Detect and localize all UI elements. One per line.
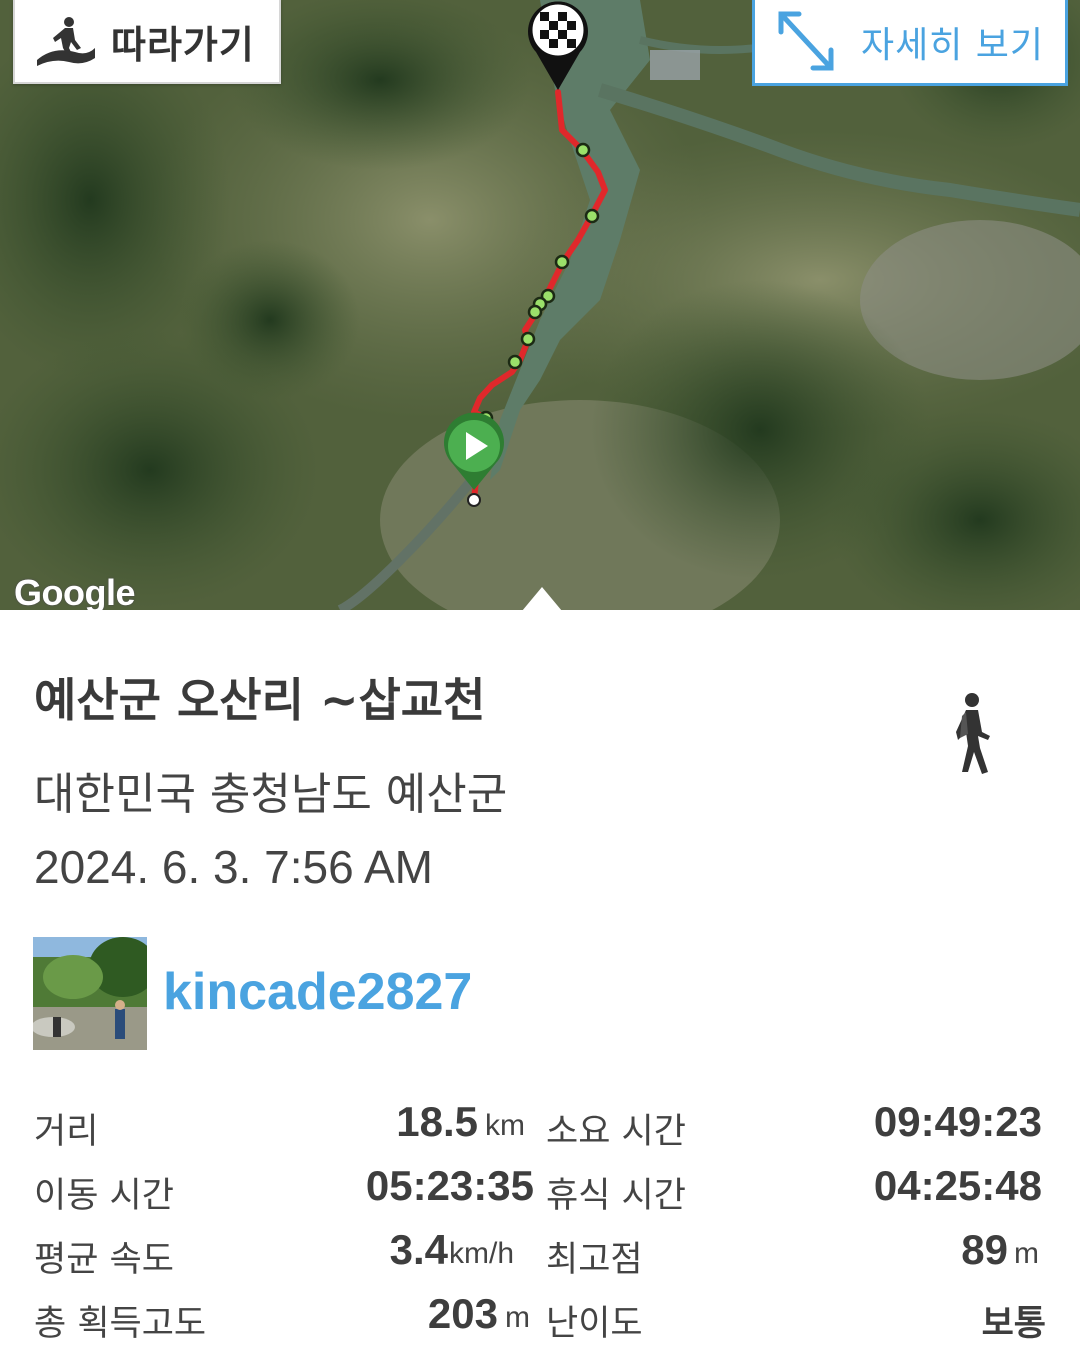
route-start-dot [467,493,481,507]
waypoint-marker [507,354,523,370]
avatar[interactable] [33,937,147,1050]
distance-label: 거리 [34,1112,99,1152]
map-pointer-arrow [522,587,562,611]
expand-icon [778,11,834,70]
username-link[interactable]: kincade2827 [163,962,472,1022]
start-marker-icon[interactable] [444,412,505,490]
track-region: 대한민국 충청남도 예산군 [34,769,508,820]
moving-time-value: 05:23:35 [365,1162,534,1209]
follow-button-label: 따라가기 [111,22,255,67]
difficulty-value: 보통 [981,1304,1046,1344]
rest-time-value: 04:25:48 [873,1162,1042,1209]
avg-speed-label: 평균 속도 [34,1240,174,1280]
total-ascent-value: 203 [427,1290,498,1337]
moving-time-label: 이동 시간 [34,1176,174,1216]
finish-flag-icon[interactable] [528,1,588,90]
view-details-label: 자세히 보기 [861,24,1045,66]
waypoint-marker [527,304,543,320]
max-elevation-label: 최고점 [546,1240,643,1280]
avg-speed-value: 3.4 [389,1226,448,1273]
waypoint-marker [575,142,591,158]
distance-value: 18.5 [396,1098,478,1145]
distance-unit: km [485,1109,525,1142]
waypoint-marker [520,331,536,347]
waypoint-marker [554,254,570,270]
total-ascent-label: 총 획득고도 [34,1304,207,1344]
route-overlay [444,1,608,507]
total-ascent-unit: m [505,1301,530,1334]
total-time-label: 소요 시간 [546,1112,686,1152]
total-time-value: 09:49:23 [873,1098,1042,1145]
walker-icon [956,693,990,774]
waypoint-marker [584,208,600,224]
track-datetime: 2024. 6. 3. 7:56 AM [34,841,433,893]
follow-walker-icon [37,17,95,66]
google-logo: Google [14,572,136,610]
follow-button[interactable]: 따라가기 [13,0,281,84]
map-view[interactable]: 따라가기 자세히 보기 Google [0,0,1080,610]
rest-time-label: 휴식 시간 [546,1176,686,1216]
max-elevation-value: 89 [961,1226,1008,1273]
difficulty-label: 난이도 [546,1304,643,1344]
avg-speed-unit: km/h [449,1237,515,1270]
track-title: 예산군 오산리 ~삽교천 [34,673,486,727]
max-elevation-unit: m [1014,1237,1039,1270]
view-details-button[interactable]: 자세히 보기 [752,0,1068,86]
